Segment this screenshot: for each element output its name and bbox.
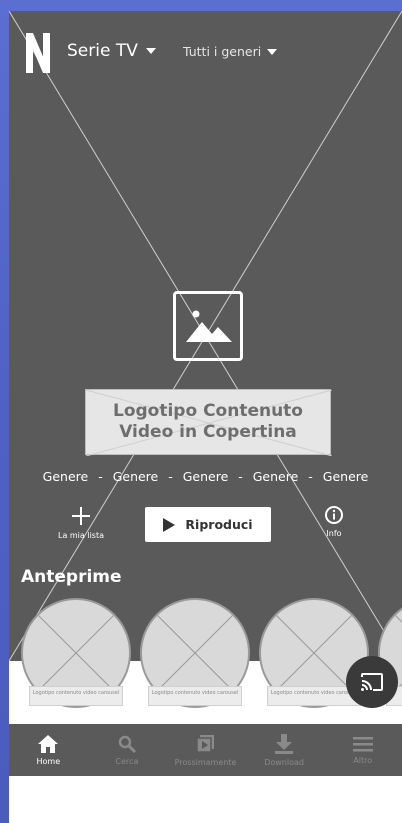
info-label: Info (326, 529, 342, 538)
my-list-label: La mia lista (57, 531, 104, 540)
preview-item[interactable]: Logotipo contenuto video carousel (140, 598, 250, 708)
nav-label-download: Download (264, 757, 304, 767)
plus-icon (72, 507, 90, 525)
info-button[interactable]: Info (314, 505, 354, 538)
featured-title-logo: Logotipo Contenuto Video in Copertina (85, 389, 332, 456)
nav-label-more: Altro (353, 755, 373, 765)
nav-item-download[interactable]: Download (245, 724, 324, 776)
genre-tag: Genere (252, 469, 299, 484)
genre-tag: Genere (112, 469, 159, 484)
cast-button[interactable] (346, 656, 398, 708)
genre-separator: - (238, 469, 243, 484)
genres-dropdown[interactable]: Tutti i generi (183, 44, 278, 59)
preview-logo-label: Logotipo contenuto video carousel (148, 686, 242, 706)
bottom-navigation: Home Cerca Prossimamente Download Altro (9, 724, 402, 776)
featured-title-line-1: Logotipo Contenuto (112, 401, 303, 421)
nav-item-search[interactable]: Cerca (88, 724, 167, 776)
play-button[interactable]: Riproduci (145, 507, 271, 542)
play-label: Riproduci (185, 517, 253, 532)
play-icon (163, 517, 176, 532)
nav-item-more[interactable]: Altro (323, 724, 402, 776)
chevron-down-icon (267, 48, 278, 55)
genres-dropdown-label: Tutti i generi (183, 44, 262, 59)
series-dropdown-label: Serie TV (67, 41, 138, 61)
genre-tag: Genere (322, 469, 369, 484)
preview-logo-label: Logotipo contenuto video carousel (29, 686, 123, 706)
download-icon (275, 733, 294, 754)
preview-item[interactable]: Logotipo contenuto video carousel (21, 598, 131, 708)
nav-item-home[interactable]: Home (9, 724, 88, 776)
search-icon (118, 735, 136, 753)
menu-icon (352, 736, 373, 751)
top-bar: Serie TV Tutti i generi (9, 11, 402, 91)
genre-separator: - (168, 469, 173, 484)
genre-tag: Genere (182, 469, 229, 484)
nav-label-home: Home (36, 756, 61, 766)
previews-heading: Anteprime (21, 567, 122, 587)
my-list-button[interactable]: La mia lista (55, 505, 107, 540)
nav-item-coming-soon[interactable]: Prossimamente (166, 724, 245, 776)
home-icon (38, 734, 59, 753)
chevron-down-icon (145, 48, 156, 54)
nav-label-coming-soon: Prossimamente (174, 757, 237, 767)
netflix-logo[interactable] (26, 33, 50, 73)
series-dropdown[interactable]: Serie TV (67, 41, 156, 61)
hero-section: Serie TV Tutti i generi Logotipo Contenu… (9, 11, 402, 661)
nav-label-search: Cerca (115, 756, 139, 766)
coming-soon-icon (196, 734, 215, 753)
genre-list: Genere - Genere - Genere - Genere - Gene… (9, 469, 402, 484)
featured-title-line-2: Video in Copertina (119, 422, 297, 442)
genre-tag: Genere (42, 469, 89, 484)
genre-separator: - (308, 469, 313, 484)
info-icon (325, 506, 343, 524)
image-placeholder-icon (173, 291, 243, 361)
phone-screen: Serie TV Tutti i generi Logotipo Contenu… (9, 11, 402, 823)
genre-separator: - (98, 469, 103, 484)
cast-icon (361, 673, 383, 691)
